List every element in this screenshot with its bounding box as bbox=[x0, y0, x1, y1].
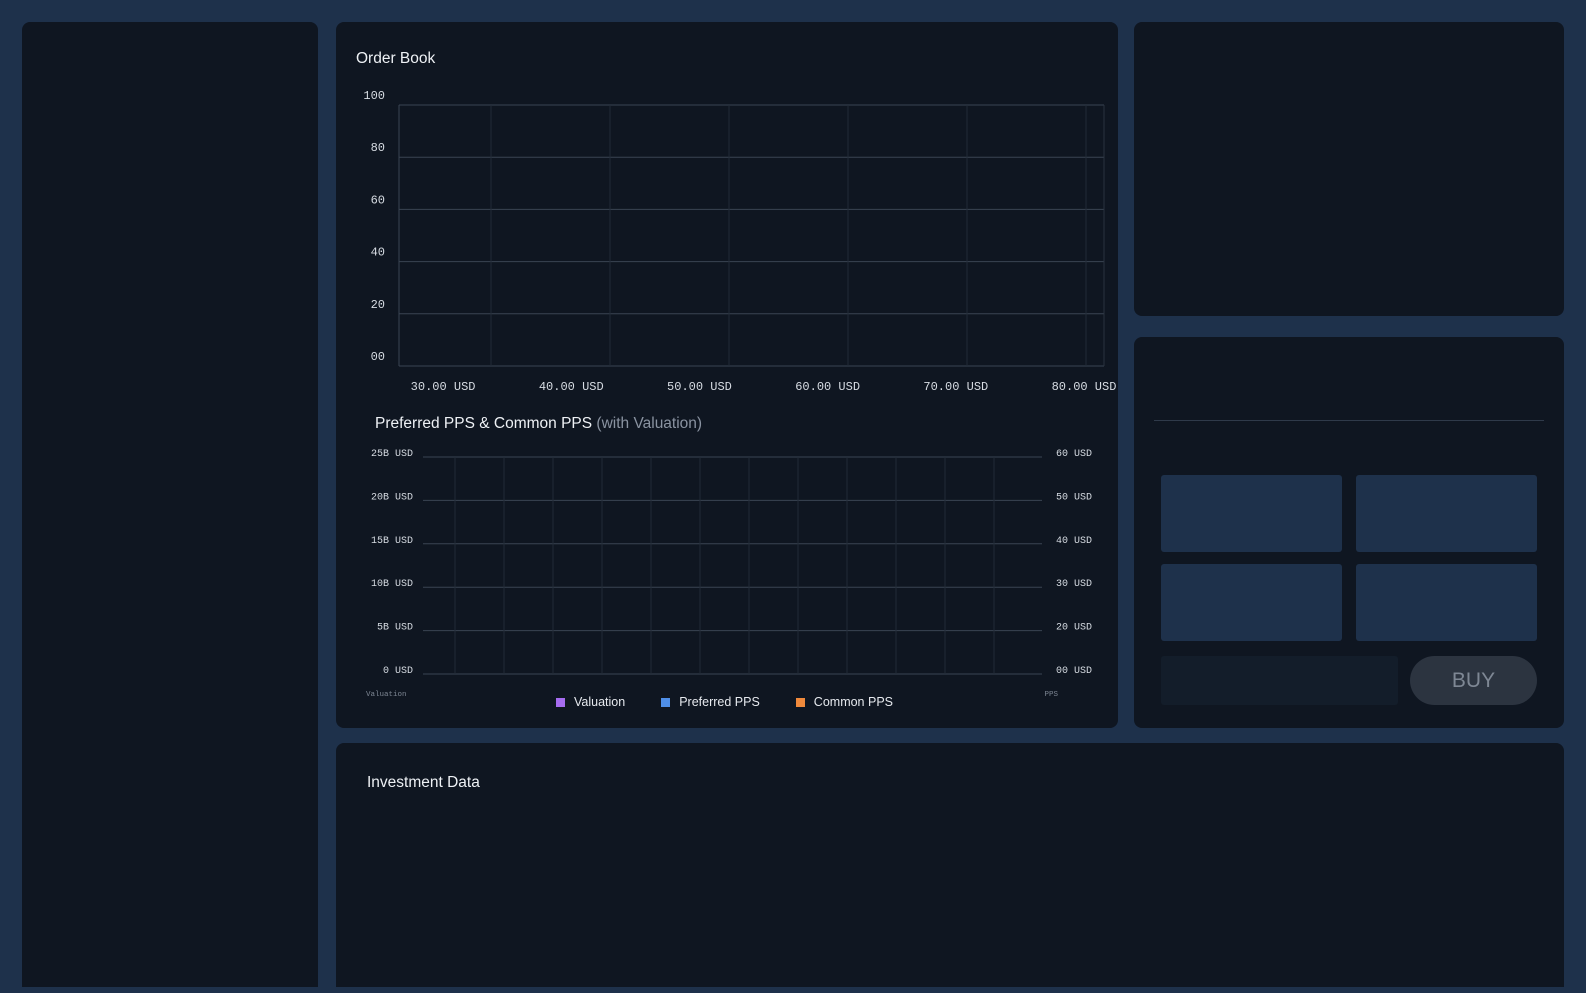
pps-y2-tick-label: 00 USD bbox=[1056, 666, 1092, 677]
pps-y-tick-label: 0 USD bbox=[383, 666, 413, 677]
pps-y2-tick-label: 50 USD bbox=[1056, 492, 1092, 503]
legend-item-valuation[interactable]: Valuation bbox=[556, 695, 625, 709]
legend-swatch-common-pps bbox=[795, 697, 805, 707]
trade-panel-divider bbox=[1154, 420, 1544, 421]
pps-y2-tick-label: 30 USD bbox=[1056, 579, 1092, 590]
investment-data-panel: Investment Data bbox=[336, 743, 1564, 987]
legend-label-preferred-pps: Preferred PPS bbox=[679, 695, 760, 709]
pps-left-axis-label: Valuation bbox=[366, 691, 407, 699]
pps-y-tick-label: 10B USD bbox=[371, 579, 413, 590]
pps-right-axis-label: PPS bbox=[1044, 691, 1058, 699]
investment-data-title: Investment Data bbox=[367, 774, 480, 791]
trade-option-tile-2[interactable] bbox=[1356, 475, 1537, 552]
pps-chart: 25B USD 60 USD 20B USD 50 USD 15B USD 40 USD 1… bbox=[366, 449, 1092, 699]
pps-y2-tick-label: 40 USD bbox=[1056, 536, 1092, 547]
legend-label-valuation: Valuation bbox=[574, 695, 626, 709]
legend-swatch-preferred-pps bbox=[661, 697, 671, 707]
right-top-panel bbox=[1134, 22, 1564, 316]
trade-option-tile-4[interactable] bbox=[1356, 564, 1537, 641]
trade-option-tile-3[interactable] bbox=[1161, 564, 1342, 641]
pps-y-tick-label: 5B USD bbox=[377, 623, 413, 634]
amount-input[interactable] bbox=[1161, 656, 1398, 705]
pps-chart-legend: Valuation Preferred PPS Common PPS bbox=[556, 695, 893, 709]
left-sidebar-panel bbox=[22, 22, 318, 987]
pps-y-tick-label: 25B USD bbox=[371, 449, 413, 460]
legend-swatch-valuation bbox=[556, 697, 565, 707]
pps-y-tick-label: 15B USD bbox=[371, 536, 413, 547]
trade-option-tile-1[interactable] bbox=[1161, 475, 1342, 552]
pps-y2-tick-label: 20 USD bbox=[1056, 623, 1092, 634]
trade-panel: BUY bbox=[1134, 337, 1564, 728]
charts-panel: Order Book 100 80 60 40 20 00 30.00 USD 40.00 U… bbox=[336, 22, 1118, 728]
legend-label-common-pps: Common PPS bbox=[813, 695, 893, 709]
buy-button[interactable]: BUY bbox=[1410, 656, 1537, 705]
pps-y2-tick-label: 60 USD bbox=[1056, 449, 1092, 460]
pps-y-tick-label: 20B USD bbox=[371, 492, 413, 503]
legend-item-preferred-pps[interactable]: Preferred PPS bbox=[661, 695, 760, 709]
legend-item-common-pps[interactable]: Common PPS bbox=[795, 695, 893, 709]
